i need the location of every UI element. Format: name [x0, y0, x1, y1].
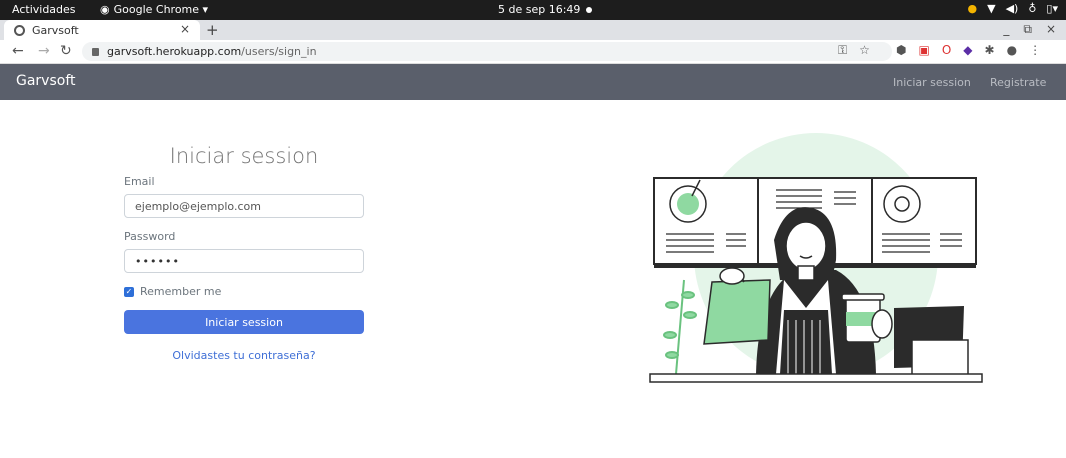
- bookmark-extension-icon[interactable]: ◆: [963, 43, 972, 57]
- forgot-password-link[interactable]: Olvidastes tu contraseña?: [124, 349, 364, 362]
- nav-register-link[interactable]: Registrate: [990, 76, 1046, 89]
- chrome-tray-icon: ●: [967, 2, 978, 15]
- barista-illustration: [649, 133, 983, 383]
- new-tab-button[interactable]: +: [206, 21, 219, 39]
- lock-icon: [92, 47, 99, 56]
- tab-strip: Garvsoft × + _ ⧉ ×: [0, 20, 1066, 40]
- tab-garvsoft[interactable]: Garvsoft ×: [4, 20, 200, 40]
- globe-icon: [14, 24, 25, 36]
- video-extension-icon[interactable]: ▣: [918, 43, 929, 57]
- password-label: Password: [124, 230, 176, 243]
- email-field[interactable]: [124, 194, 364, 218]
- tab-title: Garvsoft: [32, 23, 79, 37]
- reload-icon[interactable]: ↻: [60, 43, 72, 59]
- url-path: /users/sign_in: [241, 45, 317, 58]
- star-icon[interactable]: ☆: [859, 43, 870, 58]
- email-label: Email: [124, 175, 155, 188]
- shield-extension-icon[interactable]: ⬢: [896, 43, 906, 57]
- url-host: garvsoft.herokuapp.com: [107, 45, 242, 58]
- brand-logo[interactable]: Garvsoft: [16, 73, 76, 89]
- app-name: Google Chrome ▾: [113, 3, 209, 16]
- site-navbar: Garvsoft Iniciar session Registrate: [0, 64, 1066, 100]
- app-menu[interactable]: ◉ Google Chrome ▾: [100, 3, 208, 16]
- key-icon[interactable]: ⚿: [838, 43, 847, 58]
- chrome-icon: ◉: [100, 3, 110, 16]
- window-controls: _ ⧉ ×: [1003, 22, 1056, 37]
- forward-icon[interactable]: →: [38, 43, 50, 59]
- password-field[interactable]: [124, 249, 364, 273]
- clock-text: 5 de sep 16:49: [498, 3, 581, 16]
- address-bar[interactable]: garvsoft.herokuapp.com/users/sign_in: [82, 42, 892, 61]
- volume-icon: ◀): [1005, 2, 1019, 15]
- mic-icon: ♁: [1028, 2, 1037, 15]
- tab-close-icon[interactable]: ×: [180, 22, 190, 36]
- puzzle-icon[interactable]: ✱: [985, 43, 995, 57]
- battery-icon: ▯▾: [1046, 2, 1058, 15]
- back-icon[interactable]: ←: [12, 43, 24, 59]
- close-window-button[interactable]: ×: [1046, 22, 1056, 37]
- minimize-button[interactable]: _: [1003, 22, 1009, 37]
- nav-login-link[interactable]: Iniciar session: [893, 76, 971, 89]
- activities-button[interactable]: Actividades: [12, 3, 76, 16]
- os-top-bar: Actividades ◉ Google Chrome ▾ 5 de sep 16…: [0, 0, 1066, 20]
- profile-icon[interactable]: ●: [1007, 43, 1017, 57]
- opera-extension-icon[interactable]: O: [942, 43, 951, 57]
- wifi-icon: ▼: [987, 2, 996, 15]
- remember-me-label[interactable]: Remember me: [140, 285, 221, 298]
- notification-dot: [586, 7, 593, 13]
- omnibox-actions: ⚿ ☆: [838, 43, 870, 58]
- restore-button[interactable]: ⧉: [1023, 22, 1032, 37]
- remember-me-checkbox[interactable]: ✓: [124, 287, 134, 297]
- system-tray[interactable]: ● ▼ ◀) ♁ ▯▾: [968, 2, 1058, 15]
- menu-icon[interactable]: ⋮: [1029, 43, 1041, 57]
- extensions: ⬢ ▣ O ◆ ✱ ● ⋮: [896, 43, 1041, 57]
- login-button[interactable]: Iniciar session: [124, 310, 364, 334]
- page-title: Iniciar session: [169, 144, 319, 168]
- clock[interactable]: 5 de sep 16:49: [498, 3, 593, 16]
- browser-toolbar: ← → ↻ garvsoft.herokuapp.com/users/sign_…: [0, 40, 1066, 64]
